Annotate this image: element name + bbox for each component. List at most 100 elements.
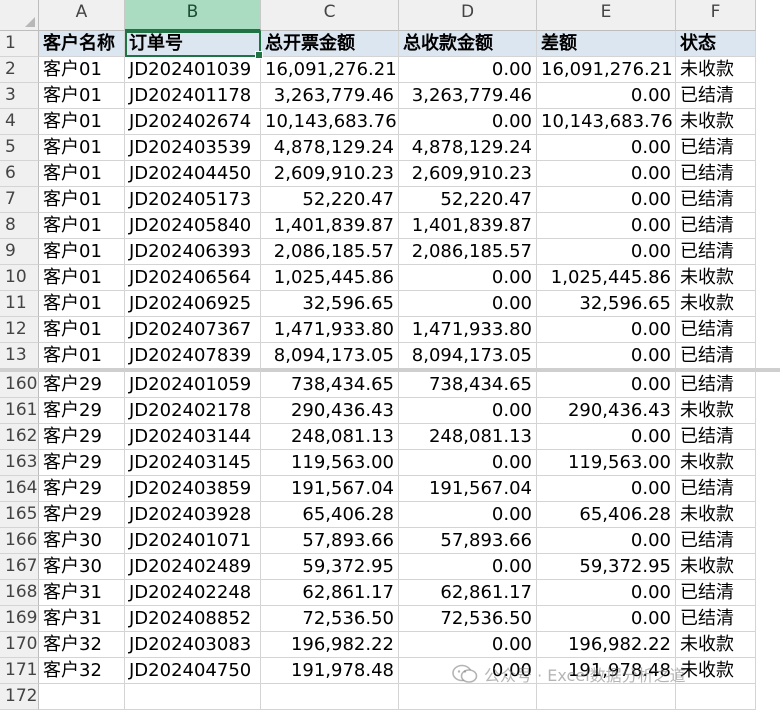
cell-difference[interactable]: 191,978.48 [537,658,676,684]
cell-received[interactable] [399,684,537,710]
cell-customer[interactable]: 客户01 [39,161,125,187]
cell-status[interactable]: 未收款 [676,502,756,528]
cell-received[interactable]: 52,220.47 [399,187,537,213]
cell-customer[interactable]: 客户29 [39,502,125,528]
cell-difference[interactable]: 0.00 [537,213,676,239]
cell-status[interactable]: 已结清 [676,424,756,450]
cell-received[interactable]: 0.00 [399,450,537,476]
row-header[interactable]: 169 [0,606,39,632]
cell-status[interactable]: 未收款 [676,265,756,291]
cell-customer[interactable]: 客户30 [39,528,125,554]
row-header[interactable]: 3 [0,83,39,109]
cell-received[interactable]: 0.00 [399,109,537,135]
cell-difference[interactable]: 0.00 [537,83,676,109]
cell-order[interactable]: JD202402178 [125,398,261,424]
cell-difference[interactable]: 0.00 [537,424,676,450]
cell-customer[interactable]: 客户01 [39,343,125,369]
cell-received[interactable]: 3,263,779.46 [399,83,537,109]
cell-status[interactable]: 未收款 [676,57,756,83]
cell-difference[interactable]: 0.00 [537,239,676,265]
cell-received[interactable]: 8,094,173.05 [399,343,537,369]
row-header[interactable]: 162 [0,424,39,450]
cell-status[interactable]: 已结清 [676,83,756,109]
row-header[interactable]: 5 [0,135,39,161]
cell-customer[interactable]: 客户01 [39,291,125,317]
row-header[interactable]: 1 [0,31,39,57]
cell-invoiced[interactable]: 16,091,276.21 [261,57,399,83]
row-header[interactable]: 161 [0,398,39,424]
row-header[interactable]: 12 [0,317,39,343]
cell-customer[interactable]: 客户01 [39,57,125,83]
column-header-e[interactable]: E [537,0,676,31]
cell-order[interactable]: JD202403145 [125,450,261,476]
cell-received[interactable]: 738,434.65 [399,372,537,398]
cell-customer[interactable]: 客户30 [39,554,125,580]
cell-order[interactable]: JD202406925 [125,291,261,317]
cell-customer[interactable] [39,684,125,710]
cell-difference[interactable]: 0.00 [537,317,676,343]
cell-status[interactable]: 已结清 [676,580,756,606]
row-header[interactable]: 170 [0,632,39,658]
cell-order[interactable]: JD202408852 [125,606,261,632]
cell-difference[interactable]: 0.00 [537,161,676,187]
cell-invoiced[interactable]: 738,434.65 [261,372,399,398]
cell-status[interactable]: 已结清 [676,135,756,161]
cell-invoiced[interactable]: 191,978.48 [261,658,399,684]
column-header-c[interactable]: C [261,0,399,31]
row-header[interactable]: 6 [0,161,39,187]
cell-status[interactable]: 已结清 [676,372,756,398]
cell-invoiced[interactable]: 119,563.00 [261,450,399,476]
cell-received[interactable]: 0.00 [399,398,537,424]
cell-status[interactable]: 已结清 [676,606,756,632]
cell-received[interactable]: 191,567.04 [399,476,537,502]
cell-difference[interactable]: 65,406.28 [537,502,676,528]
cell-invoiced[interactable]: 1,025,445.86 [261,265,399,291]
cell-invoiced[interactable]: 1,471,933.80 [261,317,399,343]
cell-difference[interactable]: 32,596.65 [537,291,676,317]
cell-received[interactable]: 0.00 [399,291,537,317]
cell-status[interactable]: 未收款 [676,291,756,317]
cell-order[interactable]: JD202404750 [125,658,261,684]
cell-difference[interactable]: 0.00 [537,528,676,554]
cell-received[interactable]: 0.00 [399,265,537,291]
cell-received[interactable]: 0.00 [399,554,537,580]
row-header[interactable]: 9 [0,239,39,265]
cell-status[interactable]: 未收款 [676,398,756,424]
cell-status[interactable]: 已结清 [676,239,756,265]
cell-received[interactable]: 72,536.50 [399,606,537,632]
row-header[interactable]: 7 [0,187,39,213]
cell-invoiced[interactable]: 4,878,129.24 [261,135,399,161]
cell-difference[interactable]: 10,143,683.76 [537,109,676,135]
cell-status[interactable] [676,684,756,710]
header-cell-received[interactable]: 总收款金额 [399,31,537,57]
cell-received[interactable]: 2,086,185.57 [399,239,537,265]
cell-received[interactable]: 57,893.66 [399,528,537,554]
cell-customer[interactable]: 客户29 [39,450,125,476]
column-header-d[interactable]: D [399,0,537,31]
row-header[interactable]: 13 [0,343,39,369]
row-header[interactable]: 165 [0,502,39,528]
row-header[interactable]: 11 [0,291,39,317]
cell-invoiced[interactable]: 1,401,839.87 [261,213,399,239]
cell-invoiced[interactable]: 191,567.04 [261,476,399,502]
cell-difference[interactable]: 0.00 [537,606,676,632]
cell-received[interactable]: 0.00 [399,57,537,83]
cell-order[interactable]: JD202402248 [125,580,261,606]
cell-order[interactable]: JD202405840 [125,213,261,239]
cell-status[interactable]: 已结清 [676,317,756,343]
cell-order[interactable]: JD202407367 [125,317,261,343]
cell-invoiced[interactable]: 57,893.66 [261,528,399,554]
cell-customer[interactable]: 客户01 [39,109,125,135]
cell-customer[interactable]: 客户01 [39,187,125,213]
cell-order[interactable]: JD202401059 [125,372,261,398]
cell-status[interactable]: 已结清 [676,161,756,187]
row-header[interactable]: 166 [0,528,39,554]
cell-customer[interactable]: 客户01 [39,265,125,291]
cell-customer[interactable]: 客户01 [39,317,125,343]
header-cell-customer[interactable]: 客户名称 [39,31,125,57]
row-header[interactable]: 171 [0,658,39,684]
cell-difference[interactable]: 16,091,276.21 [537,57,676,83]
cell-received[interactable]: 62,861.17 [399,580,537,606]
cell-received[interactable]: 2,609,910.23 [399,161,537,187]
row-header[interactable]: 167 [0,554,39,580]
